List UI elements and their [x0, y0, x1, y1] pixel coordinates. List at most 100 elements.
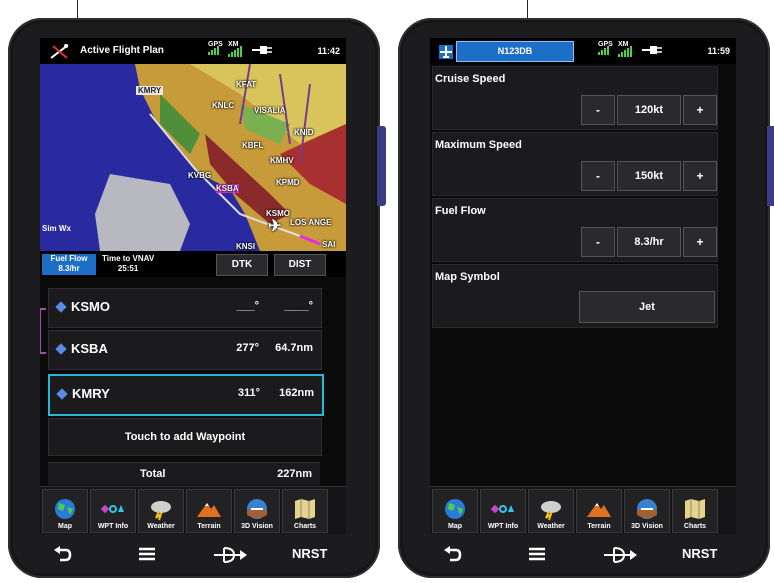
xm-signal-icon: [228, 46, 242, 57]
waypoint-info-icon: [490, 504, 514, 514]
map-view[interactable]: KMRY KFAT KNLC VISALIA KNID KBFL KMHV KV…: [40, 64, 346, 251]
back-arrow-icon[interactable]: [52, 546, 72, 567]
dock-label: Terrain: [197, 523, 221, 530]
cruise-speed-title: Cruise Speed: [435, 73, 506, 85]
waypoint-dist: 64.7nm: [275, 342, 313, 354]
dock-3d-vision-button[interactable]: 3D Vision: [234, 489, 280, 533]
globe-icon: [445, 499, 465, 519]
vnav-label: Time to VNAV: [102, 254, 155, 263]
map-symbol-title: Map Symbol: [435, 271, 500, 283]
dock-label: 3D Vision: [241, 523, 273, 530]
dock-label: Map: [448, 523, 462, 530]
3d-vision-icon: [247, 499, 267, 519]
maximum-speed-increment-button[interactable]: +: [683, 161, 717, 191]
charts-icon: [295, 499, 315, 519]
map-label: KPMD: [276, 178, 300, 187]
fuel-flow-label: Fuel Flow: [50, 254, 88, 263]
cruise-speed-panel: Cruise Speed - 120kt +: [432, 66, 718, 130]
dock-charts-button[interactable]: Charts: [282, 489, 328, 533]
cruise-speed-increment-button[interactable]: +: [683, 95, 717, 125]
dock-wpt-info-button[interactable]: WPT Info: [480, 489, 526, 533]
waypoint-diamond-icon: [56, 388, 68, 400]
waypoint-diamond-icon: [55, 301, 67, 313]
dock-weather-button[interactable]: Weather: [138, 489, 184, 533]
gps-signal-icon: [598, 46, 609, 55]
map-symbol-button[interactable]: Jet: [579, 291, 715, 323]
waypoint-dtk: ___°: [236, 300, 259, 312]
hardware-bar: NRST: [34, 542, 354, 570]
dock-3d-vision-button[interactable]: 3D Vision: [624, 489, 670, 533]
map-label: KNID: [294, 128, 314, 137]
waypoint-row[interactable]: KSMO ___° ____°: [48, 288, 322, 328]
dock-weather-button[interactable]: Weather: [528, 489, 574, 533]
dock-label: Weather: [147, 523, 175, 530]
power-plug-icon: [252, 44, 274, 59]
screen-aircraft-profile: N123DB GPS XM 11:59 Cruise Speed - 120kt…: [430, 38, 736, 534]
waypoint-info-icon: [100, 504, 124, 514]
dock-label: Charts: [293, 523, 317, 530]
map-label: KVBG: [188, 171, 212, 180]
sim-wx-label: Sim Wx: [42, 224, 71, 233]
waypoint-dtk: 277°: [236, 342, 259, 354]
waypoint-name: KMRY: [72, 386, 110, 401]
vnav-value: 25:51: [117, 264, 139, 273]
cruise-speed-value[interactable]: 120kt: [617, 95, 681, 125]
app-dock: Map WPT Info Weather Terrain 3D Vision C…: [40, 486, 346, 534]
waypoint-row[interactable]: KSBA 277° 64.7nm: [48, 330, 322, 370]
fuel-flow-value[interactable]: 8.3/hr: [617, 227, 681, 257]
dock-label: Map: [58, 523, 72, 530]
total-value: 227nm: [277, 468, 312, 480]
charts-icon: [685, 499, 705, 519]
waypoint-name: KSMO: [71, 299, 110, 314]
dock-charts-button[interactable]: Charts: [672, 489, 718, 533]
map-label: VISALIA: [254, 106, 286, 115]
flight-plan-icon[interactable]: [48, 43, 72, 64]
dock-label: WPT Info: [97, 523, 129, 530]
time-to-vnav-field[interactable]: Time to VNAV 25:51: [102, 254, 154, 274]
maximum-speed-value[interactable]: 150kt: [617, 161, 681, 191]
maximum-speed-decrement-button[interactable]: -: [581, 161, 615, 191]
nrst-button[interactable]: NRST: [682, 546, 717, 561]
weather-icon: [541, 501, 561, 521]
dock-label: WPT Info: [487, 523, 519, 530]
map-symbol-panel: Map Symbol Jet: [432, 264, 718, 328]
map-label: KMHV: [270, 156, 294, 165]
device-left: Active Flight Plan GPS XM 11:42 KMRY KFA…: [8, 18, 386, 578]
menu-icon[interactable]: [138, 546, 156, 565]
dock-label: 3D Vision: [631, 523, 663, 530]
nrst-button[interactable]: NRST: [292, 546, 327, 561]
dock-terrain-button[interactable]: Terrain: [576, 489, 622, 533]
back-arrow-icon[interactable]: [442, 546, 462, 567]
map-label: KNSI: [236, 242, 256, 251]
side-button[interactable]: [377, 126, 386, 206]
dock-label: Terrain: [587, 523, 611, 530]
terrain-icon: [197, 503, 221, 517]
xm-signal-icon: [618, 46, 632, 57]
dtk-column-button[interactable]: DTK: [216, 254, 268, 276]
status-bar: N123DB GPS XM 11:59: [430, 38, 736, 64]
dock-map-button[interactable]: Map: [432, 489, 478, 533]
direct-to-icon[interactable]: [214, 546, 248, 567]
gps-signal-icon: [208, 46, 219, 55]
fuel-flow-increment-button[interactable]: +: [683, 227, 717, 257]
fuel-flow-field[interactable]: Fuel Flow 8.3/hr: [42, 254, 96, 275]
cruise-speed-decrement-button[interactable]: -: [581, 95, 615, 125]
power-plug-icon: [642, 44, 664, 59]
add-waypoint-button[interactable]: Touch to add Waypoint: [48, 418, 322, 456]
dock-wpt-info-button[interactable]: WPT Info: [90, 489, 136, 533]
fuel-flow-panel: Fuel Flow - 8.3/hr +: [432, 198, 718, 262]
aircraft-profile-icon[interactable]: [438, 43, 454, 64]
dock-label: Charts: [683, 523, 707, 530]
menu-icon[interactable]: [528, 546, 546, 565]
side-button[interactable]: [767, 126, 774, 206]
waypoint-dtk: 311°: [237, 387, 260, 399]
dock-map-button[interactable]: Map: [42, 489, 88, 533]
dist-column-button[interactable]: DIST: [274, 254, 326, 276]
waypoint-row-selected[interactable]: KMRY 311° 162nm: [48, 374, 324, 416]
direct-to-icon[interactable]: [604, 546, 638, 567]
fuel-flow-decrement-button[interactable]: -: [581, 227, 615, 257]
tail-number-button[interactable]: N123DB: [456, 41, 574, 62]
page-title: Active Flight Plan: [80, 45, 164, 56]
map-label: KSBA: [216, 184, 239, 193]
dock-terrain-button[interactable]: Terrain: [186, 489, 232, 533]
